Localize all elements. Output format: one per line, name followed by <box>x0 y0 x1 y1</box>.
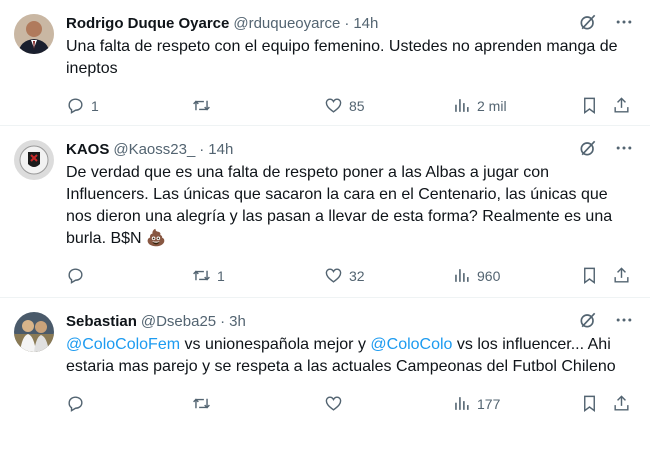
tweet-text: Una falta de respeto con el equipo femen… <box>66 38 618 77</box>
timestamp[interactable]: 14h <box>353 15 378 32</box>
share-button[interactable] <box>612 394 631 413</box>
retweet-button[interactable]: 1 <box>192 266 225 285</box>
timestamp[interactable]: 14h <box>208 141 233 158</box>
avatar[interactable] <box>14 14 54 54</box>
views-button[interactable]: 177 <box>452 394 500 413</box>
like-button[interactable] <box>324 394 349 413</box>
grok-icon[interactable] <box>578 310 598 330</box>
tweet-text: @ColoColoFem vs unionespañola mejor y @C… <box>66 334 634 378</box>
author-name[interactable]: Sebastian <box>66 313 137 330</box>
mention-link[interactable]: @ColoColo <box>370 336 452 353</box>
retweet-icon <box>193 270 210 281</box>
share-button[interactable] <box>612 266 631 285</box>
grok-icon[interactable] <box>578 12 598 32</box>
more-icon[interactable] <box>614 12 634 32</box>
reply-count: 1 <box>91 97 99 114</box>
bookmark-icon <box>584 97 595 115</box>
share-icon <box>614 267 629 283</box>
separator-dot: · <box>199 140 205 158</box>
tweet-text: De verdad que es una falta de respeto po… <box>66 164 613 247</box>
analytics-icon <box>455 99 469 112</box>
timestamp[interactable]: 3h <box>229 313 246 330</box>
view-count: 2 mil <box>477 97 507 114</box>
retweet-button[interactable] <box>192 394 217 413</box>
separator-dot: · <box>220 312 226 330</box>
mention-link[interactable]: @ColoColoFem <box>66 336 180 353</box>
author-handle[interactable]: @Kaoss23_ <box>113 141 195 158</box>
avatar[interactable] <box>14 140 54 180</box>
tweet[interactable]: Rodrigo Duque Oyarce @rduqueoyarce · 14h… <box>0 0 650 126</box>
author-handle[interactable]: @Dseba25 <box>141 313 216 330</box>
author-name[interactable]: Rodrigo Duque Oyarce <box>66 15 229 32</box>
bookmark-button[interactable] <box>580 266 599 285</box>
more-icon[interactable] <box>614 138 634 158</box>
author-handle[interactable]: @rduqueoyarce <box>233 15 340 32</box>
separator-dot: · <box>344 14 350 32</box>
like-button[interactable]: 32 <box>324 266 365 285</box>
like-count: 85 <box>349 97 365 114</box>
bookmark-icon <box>584 395 595 413</box>
views-button[interactable]: 2 mil <box>452 96 507 115</box>
heart-icon <box>325 268 342 283</box>
more-icon[interactable] <box>614 310 634 330</box>
reply-button[interactable]: 1 <box>66 96 99 115</box>
tweet-text-segment: vs unionespañola mejor y <box>180 336 371 353</box>
heart-icon <box>325 396 342 411</box>
reply-icon <box>68 268 83 284</box>
retweet-button[interactable] <box>192 96 217 115</box>
bookmark-icon <box>584 267 595 285</box>
reply-icon <box>68 98 83 114</box>
retweet-icon <box>193 398 210 409</box>
tweet[interactable]: KAOS @Kaoss23_ · 14h De verdad que es un… <box>0 126 650 298</box>
grok-icon[interactable] <box>578 138 598 158</box>
analytics-icon <box>455 397 469 410</box>
reply-button[interactable] <box>66 394 91 413</box>
like-count: 32 <box>349 267 365 284</box>
view-count: 177 <box>477 395 501 412</box>
share-button[interactable] <box>612 96 631 115</box>
retweet-count: 1 <box>217 267 225 284</box>
bookmark-button[interactable] <box>580 394 599 413</box>
author-name[interactable]: KAOS <box>66 141 109 158</box>
retweet-icon <box>193 100 210 111</box>
like-button[interactable]: 85 <box>324 96 365 115</box>
reply-button[interactable] <box>66 266 91 285</box>
analytics-icon <box>455 269 469 282</box>
views-button[interactable]: 960 <box>452 266 500 285</box>
view-count: 960 <box>477 267 501 284</box>
heart-icon <box>325 98 342 113</box>
reply-icon <box>68 396 83 412</box>
share-icon <box>614 395 629 411</box>
avatar[interactable] <box>14 312 54 352</box>
share-icon <box>614 97 629 113</box>
tweet[interactable]: Sebastian @Dseba25 · 3h @ColoColoFem vs … <box>0 298 650 456</box>
bookmark-button[interactable] <box>580 96 599 115</box>
